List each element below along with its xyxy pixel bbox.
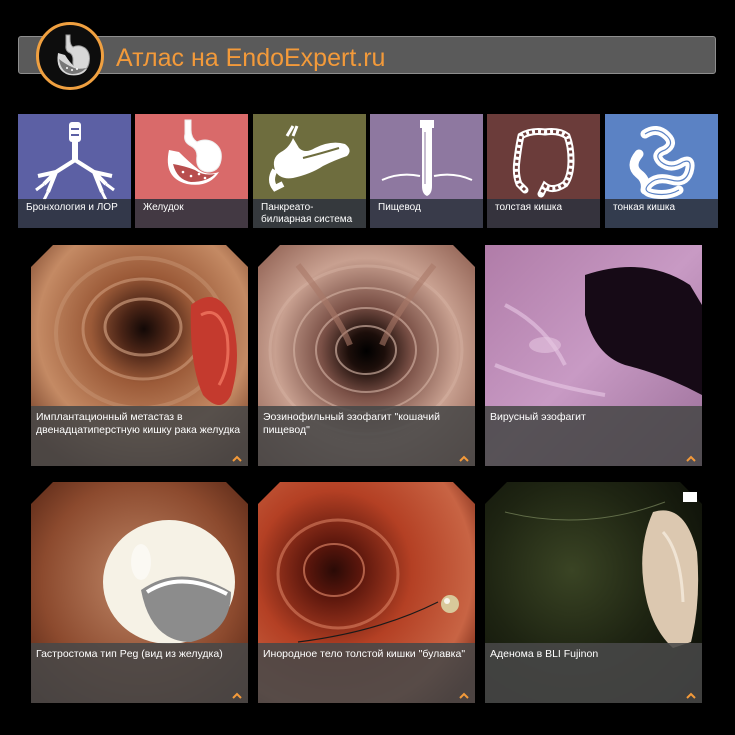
category-stomach[interactable]: Желудок (135, 114, 248, 228)
case-card[interactable]: Гастростома тип Peg (вид из желудка) (31, 482, 248, 703)
category-small-intestine[interactable]: тонкая кишка (605, 114, 718, 228)
category-pancreatobiliary[interactable]: Панкреато-билиарная система (253, 114, 366, 228)
case-title: Вирусный эзофагит (490, 411, 586, 423)
category-label: Желудок (143, 202, 184, 213)
case-title: Аденома в BLI Fujinon (490, 648, 599, 660)
case-title: Эозинофильный эзофагит "кошачий пищевод" (263, 411, 441, 436)
chevron-up-icon[interactable] (686, 691, 696, 699)
case-card[interactable]: Имплантационный метастаз в двенадцатипер… (31, 245, 248, 466)
case-card[interactable]: Эозинофильный эзофагит "кошачий пищевод" (258, 245, 475, 466)
category-label: Пищевод (378, 202, 421, 213)
stomach-logo-icon[interactable] (36, 22, 104, 90)
category-esophagus[interactable]: Пищевод (370, 114, 483, 228)
chevron-up-icon[interactable] (232, 454, 242, 462)
chevron-up-icon[interactable] (232, 691, 242, 699)
category-label: толстая кишка (495, 202, 563, 213)
category-label: Панкреато-билиарная система (261, 202, 353, 225)
case-card[interactable]: Вирусный эзофагит (485, 245, 702, 466)
case-title: Инородное тело толстой кишки "булавка" (263, 648, 466, 660)
category-colon[interactable]: толстая кишка (487, 114, 600, 228)
category-label: Бронхология и ЛОР (26, 202, 118, 213)
category-bronchology[interactable]: Бронхология и ЛОР (18, 114, 131, 228)
case-card[interactable]: Инородное тело толстой кишки "булавка" (258, 482, 475, 703)
case-card[interactable]: Аденома в BLI Fujinon (485, 482, 702, 703)
chevron-up-icon[interactable] (459, 454, 469, 462)
site-title[interactable]: Атлас на EndoExpert.ru (116, 44, 385, 73)
case-title: Гастростома тип Peg (вид из желудка) (36, 648, 223, 660)
category-label: тонкая кишка (613, 202, 676, 213)
chevron-up-icon[interactable] (686, 454, 696, 462)
chevron-up-icon[interactable] (459, 691, 469, 699)
case-title: Имплантационный метастаз в двенадцатипер… (36, 411, 241, 436)
